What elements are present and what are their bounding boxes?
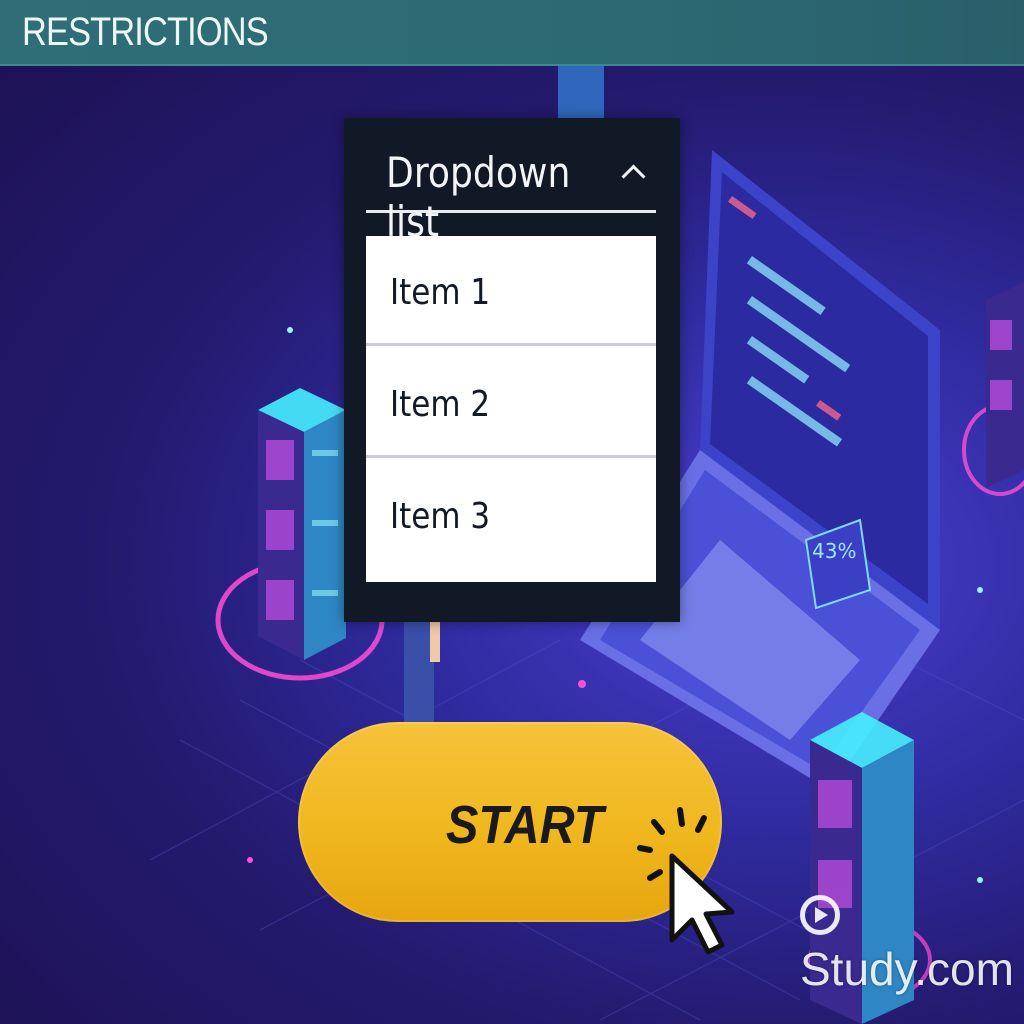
- dropdown-option-label: Item 2: [390, 384, 491, 425]
- dropdown-option-label: Item 1: [390, 272, 491, 313]
- page-title: RESTRICTIONS: [22, 10, 269, 54]
- dropdown-option-label: Item 3: [390, 496, 491, 537]
- dropdown-options-list: Item 1 Item 2 Item 3: [366, 236, 656, 582]
- dropdown-option-item-3[interactable]: Item 3: [366, 460, 656, 570]
- chevron-up-icon: [621, 164, 646, 189]
- play-circle-icon: [800, 895, 840, 935]
- dropdown-panel: Dropdown list Item 1 Item 2 Item 3: [344, 118, 680, 622]
- light-pillar-top: [558, 62, 604, 118]
- dropdown-toggle[interactable]: Dropdown list: [366, 144, 656, 246]
- server-stack-left: [258, 388, 346, 660]
- watermark: Study.com: [800, 888, 1024, 996]
- start-button[interactable]: START: [298, 722, 735, 955]
- dropdown-title: Dropdown list: [386, 148, 571, 246]
- start-button-label: START: [446, 795, 604, 855]
- watermark-text: Study.com: [800, 943, 1014, 995]
- dropdown-option-item-1[interactable]: Item 1: [366, 236, 656, 346]
- pointer-cursor-icon: [637, 807, 735, 955]
- dropdown-option-item-2[interactable]: Item 2: [366, 348, 656, 458]
- laptop-percent-label: 43%: [812, 539, 856, 563]
- server-stack-right: [986, 282, 1024, 488]
- header-bar: RESTRICTIONS: [0, 0, 1024, 66]
